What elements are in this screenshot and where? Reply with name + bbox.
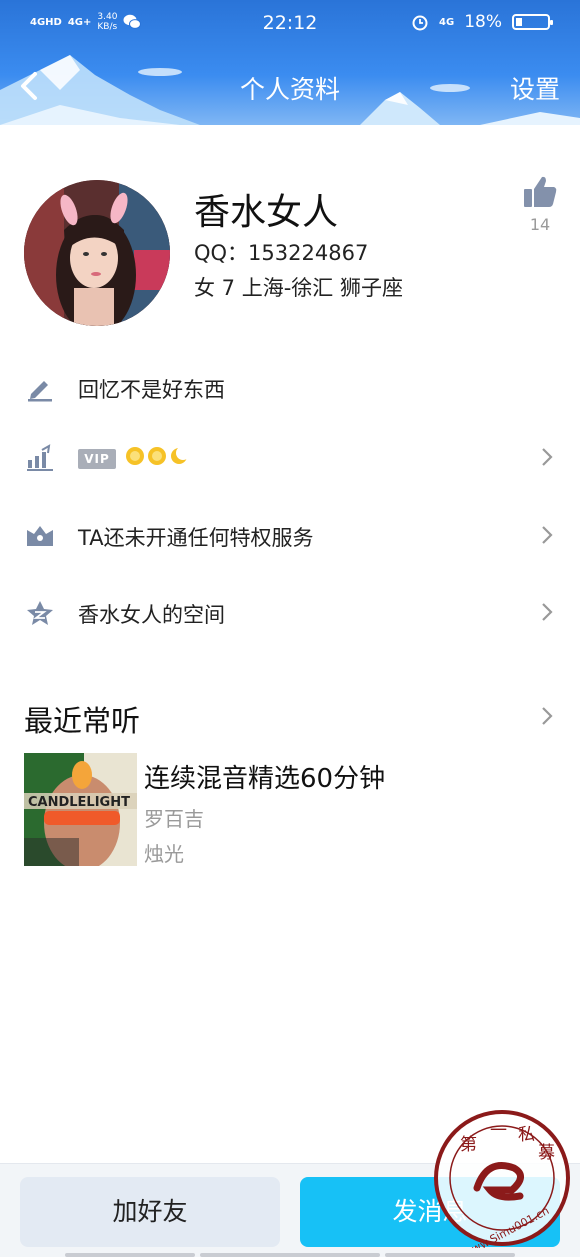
svg-text:募: 募 <box>538 1143 555 1163</box>
chevron-right-icon[interactable] <box>540 705 554 727</box>
nav-hint-bar <box>65 1253 195 1257</box>
status-bar: 4GHD 4G+ 3.40 KB/s 22:12 4G 18% <box>0 8 580 38</box>
nav-hint-bar <box>200 1253 380 1257</box>
moon-icon <box>171 446 189 464</box>
privilege-text: TA还未开通任何特权服务 <box>78 526 314 550</box>
signal-icon: 4G <box>439 16 455 28</box>
avatar-photo <box>24 180 170 326</box>
profile-info: 女 7 上海-徐汇 狮子座 <box>194 276 403 300</box>
album-cover[interactable]: CANDLELIGHT <box>24 753 137 866</box>
privilege-row[interactable]: TA还未开通任何特权服务 <box>0 510 580 560</box>
qq-number: QQ：153224867 <box>194 241 369 265</box>
chevron-right-icon <box>542 448 553 466</box>
signature-text: 回忆不是好东西 <box>78 378 225 402</box>
vip-level-row[interactable]: VIP <box>0 432 580 482</box>
header: 4GHD 4G+ 3.40 KB/s 22:12 4G 18% 个人资料 设置 <box>0 0 580 125</box>
signature-row: 回忆不是好东西 <box>0 362 580 412</box>
svg-text:第: 第 <box>460 1135 477 1155</box>
svg-text:私: 私 <box>518 1125 535 1145</box>
settings-button[interactable]: 设置 <box>510 70 560 106</box>
qzone-star-icon <box>27 601 53 625</box>
pencil-icon <box>28 381 52 402</box>
page-title: 个人资料 <box>239 75 340 104</box>
level-up-icon <box>27 444 53 471</box>
crown-icon <box>27 526 53 546</box>
chevron-right-icon <box>542 526 553 544</box>
level-icons <box>125 446 189 466</box>
sun-icon <box>148 447 166 465</box>
recent-listening-title: 最近常听 <box>24 704 141 738</box>
watermark-logo: 第 一 私 募 www.Simu001.cn <box>434 1110 570 1248</box>
svg-text:一: 一 <box>490 1121 507 1141</box>
album-cover-art: CANDLELIGHT <box>24 753 137 866</box>
thumbs-up-icon <box>524 176 557 207</box>
qzone-text: 香水女人的空间 <box>78 603 225 627</box>
battery-icon <box>512 14 553 30</box>
nickname: 香水女人 <box>194 192 339 233</box>
like-button[interactable]: 14 <box>520 175 560 234</box>
album-cover-text: CANDLELIGHT <box>28 795 130 810</box>
like-count: 14 <box>529 215 551 234</box>
song-artist: 罗百吉 <box>144 807 204 831</box>
add-friend-button[interactable]: 加好友 <box>20 1177 280 1247</box>
song-title[interactable]: 连续混音精选60分钟 <box>144 758 385 795</box>
nav-hint-bar <box>385 1253 515 1257</box>
song-album: 烛光 <box>144 842 184 866</box>
battery-percent: 18% <box>464 12 502 32</box>
vip-badge: VIP <box>78 449 116 469</box>
chevron-right-icon <box>542 603 553 621</box>
avatar[interactable] <box>24 180 170 326</box>
alarm-icon <box>412 15 428 31</box>
sun-icon <box>126 447 144 465</box>
qzone-row[interactable]: 香水女人的空间 <box>0 587 580 637</box>
